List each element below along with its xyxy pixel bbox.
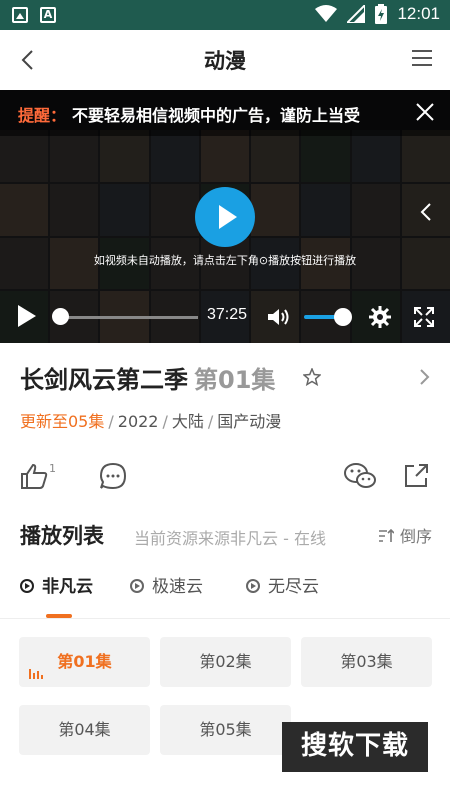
tab-wujinyun[interactable]: 无尽云 bbox=[246, 572, 319, 597]
status-bar: A 12:01 bbox=[0, 0, 450, 30]
share-icon[interactable] bbox=[402, 462, 430, 490]
play-icon[interactable] bbox=[18, 305, 36, 327]
video-player[interactable]: 提醒： 不要轻易相信视频中的广告，谨防上当受 如视频未自动播放，请点击左下角⊙播… bbox=[0, 90, 450, 343]
a-notification-icon: A bbox=[40, 7, 56, 23]
duration: 37:25 bbox=[207, 306, 248, 323]
wechat-icon[interactable] bbox=[343, 462, 377, 490]
chevron-left-icon[interactable] bbox=[418, 202, 434, 222]
signal-icon bbox=[347, 5, 366, 23]
play-circle-icon bbox=[130, 579, 144, 593]
year: 2022 bbox=[117, 412, 159, 431]
tab-label: 极速云 bbox=[152, 577, 203, 597]
player-controls: 37:25 bbox=[0, 300, 450, 343]
source-marquee: 当前资源来源非凡云 - 在线 bbox=[134, 529, 326, 548]
gallery-icon bbox=[12, 7, 28, 23]
episode-button[interactable]: 第01集 bbox=[19, 637, 150, 687]
wifi-icon bbox=[315, 5, 338, 22]
menu-icon[interactable] bbox=[412, 50, 432, 70]
source-tabs: 非凡云 极速云 无尽云 bbox=[20, 572, 432, 618]
show-title: 长剑风云第二季 bbox=[20, 366, 188, 394]
seek-bar[interactable] bbox=[60, 316, 198, 319]
sort-label: 倒序 bbox=[399, 527, 432, 546]
sort-icon bbox=[378, 529, 394, 542]
star-icon[interactable] bbox=[303, 368, 321, 386]
center-play-button[interactable] bbox=[195, 187, 255, 247]
autoplay-hint: 如视频未自动播放，请点击左下角⊙播放按钮进行播放 bbox=[93, 254, 357, 267]
tab-label: 无尽云 bbox=[268, 577, 319, 597]
episode-button[interactable]: 第04集 bbox=[19, 705, 150, 755]
playlist-header: 播放列表 当前资源来源非凡云 - 在线 倒序 bbox=[20, 518, 432, 550]
page-title: 动漫 bbox=[204, 49, 246, 73]
divider bbox=[0, 618, 450, 619]
episode-label: 第03集 bbox=[340, 652, 393, 671]
tab-label: 非凡云 bbox=[42, 577, 93, 597]
region: 大陆 bbox=[171, 412, 204, 431]
tab-jisuyun[interactable]: 极速云 bbox=[130, 572, 203, 597]
app-bar: 动漫 bbox=[0, 30, 450, 90]
current-episode: 第01集 bbox=[194, 366, 276, 394]
episode-button[interactable]: 第05集 bbox=[160, 705, 291, 755]
episode-label: 第01集 bbox=[57, 652, 112, 671]
episode-label: 第05集 bbox=[199, 720, 252, 739]
watermark: 搜软下载 bbox=[282, 722, 428, 772]
play-circle-icon bbox=[246, 579, 260, 593]
fullscreen-icon[interactable] bbox=[413, 306, 435, 328]
clock: 12:01 bbox=[397, 4, 440, 23]
ad-warning-banner: 提醒： 不要轻易相信视频中的广告，谨防上当受 bbox=[0, 90, 450, 136]
play-circle-icon bbox=[20, 579, 34, 593]
warning-label: 提醒： bbox=[18, 106, 67, 125]
genre: 国产动漫 bbox=[217, 412, 282, 431]
episode-label: 第02集 bbox=[199, 652, 252, 671]
sort-toggle[interactable]: 倒序 bbox=[378, 523, 432, 547]
warning-text: 不要轻易相信视频中的广告，谨防上当受 bbox=[72, 106, 361, 125]
playing-bars-icon bbox=[29, 669, 43, 679]
show-title-row: 长剑风云第二季 第01集 bbox=[20, 360, 430, 394]
tab-feifanyun[interactable]: 非凡云 bbox=[20, 572, 93, 597]
episode-label: 第04集 bbox=[58, 720, 111, 739]
like-count: 1 bbox=[49, 462, 56, 475]
show-meta: 更新至05集/2022/大陆 / 国产动漫 bbox=[20, 412, 282, 431]
gear-icon[interactable] bbox=[369, 306, 391, 328]
volume-icon[interactable] bbox=[266, 306, 292, 328]
volume-handle[interactable] bbox=[334, 308, 352, 326]
close-icon[interactable] bbox=[416, 103, 434, 121]
update-status: 更新至05集 bbox=[20, 412, 105, 431]
seek-handle[interactable] bbox=[52, 308, 69, 325]
action-bar: 1 bbox=[0, 458, 450, 498]
battery-icon bbox=[375, 4, 388, 24]
thumbs-up-icon[interactable] bbox=[20, 462, 48, 490]
episode-button[interactable]: 第03集 bbox=[301, 637, 432, 687]
playlist-title: 播放列表 bbox=[20, 524, 104, 548]
comment-icon[interactable] bbox=[99, 462, 127, 490]
episode-button[interactable]: 第02集 bbox=[160, 637, 291, 687]
chevron-right-icon[interactable] bbox=[418, 368, 430, 386]
